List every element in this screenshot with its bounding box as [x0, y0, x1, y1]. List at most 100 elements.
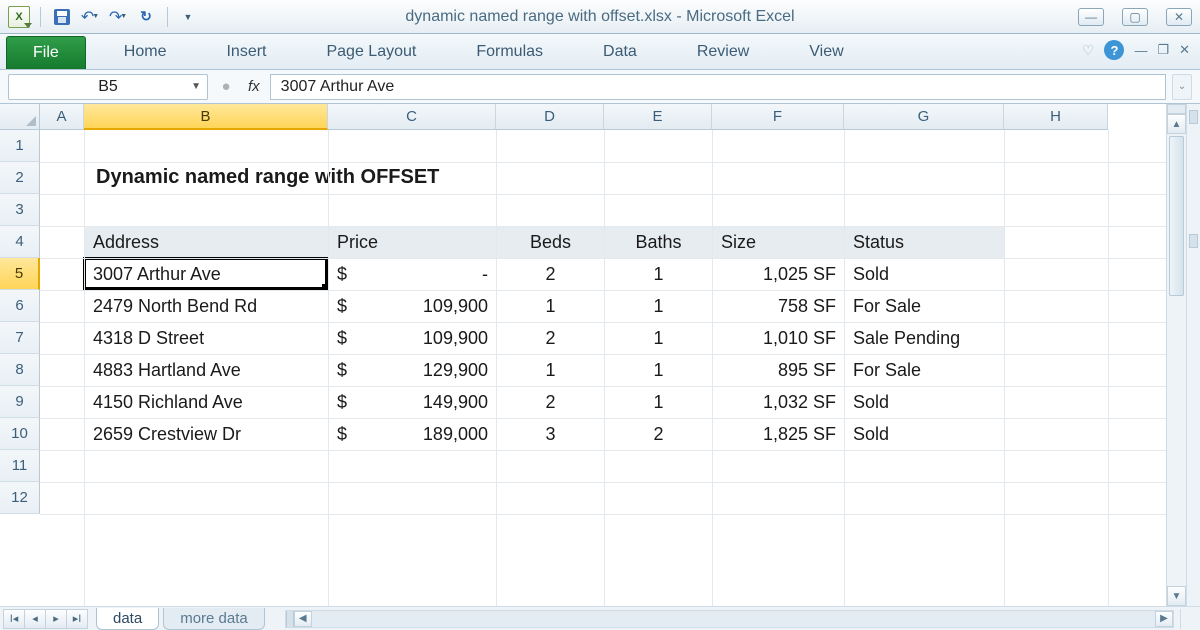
cell-beds[interactable]: 2 [497, 323, 605, 355]
grid[interactable]: A B C D E F G H 123456789101112 Dynamic … [0, 104, 1166, 606]
cell-status[interactable]: Sold [845, 259, 1005, 291]
cell-baths[interactable]: 1 [605, 355, 713, 387]
th-status[interactable]: Status [845, 227, 1005, 259]
sheet-tab-other[interactable]: more data [163, 608, 265, 630]
vscroll-track[interactable] [1167, 134, 1186, 586]
hscroll-track[interactable] [312, 611, 1155, 627]
cell-size[interactable]: 895 SF [713, 355, 845, 387]
cell-size[interactable]: 1,032 SF [713, 387, 845, 419]
tab-review[interactable]: Review [687, 37, 759, 69]
sheet-nav-first[interactable]: І◂ [3, 609, 25, 629]
cell-baths[interactable]: 1 [605, 291, 713, 323]
row-header-5[interactable]: 5 [0, 258, 40, 290]
cell-address[interactable]: 4318 D Street [85, 323, 329, 355]
fx-label[interactable]: fx [248, 78, 260, 95]
row-header-7[interactable]: 7 [0, 322, 40, 354]
cell-beds[interactable]: 2 [497, 387, 605, 419]
row-header-1[interactable]: 1 [0, 130, 40, 162]
select-all-corner[interactable] [0, 104, 40, 130]
cancel-formula-button[interactable]: ● [214, 75, 238, 99]
gutter-mark-top[interactable] [1189, 110, 1198, 124]
file-tab[interactable]: File [6, 36, 86, 69]
cell-address[interactable]: 3007 Arthur Ave [85, 259, 329, 291]
row-header-11[interactable]: 11 [0, 450, 40, 482]
col-header-D[interactable]: D [496, 104, 604, 130]
formula-input[interactable]: 3007 Arthur Ave [270, 74, 1166, 100]
col-header-E[interactable]: E [604, 104, 712, 130]
cell-price[interactable]: $189,000 [329, 419, 497, 451]
row-header-2[interactable]: 2 [0, 162, 40, 194]
cell-price[interactable]: $109,900 [329, 291, 497, 323]
workbook-close-button[interactable]: ✕ [1179, 42, 1190, 58]
col-header-H[interactable]: H [1004, 104, 1108, 130]
cell-price[interactable]: $- [329, 259, 497, 291]
tab-insert[interactable]: Insert [216, 37, 276, 69]
cell-status[interactable]: For Sale [845, 291, 1005, 323]
cell-baths[interactable]: 1 [605, 259, 713, 291]
row-header-4[interactable]: 4 [0, 226, 40, 258]
th-size[interactable]: Size [713, 227, 845, 259]
cell-baths[interactable]: 1 [605, 387, 713, 419]
cell-status[interactable]: Sold [845, 387, 1005, 419]
ribbon-options-icon[interactable]: ♡ [1082, 42, 1095, 59]
maximize-button[interactable]: ▢ [1122, 8, 1148, 26]
col-header-B[interactable]: B [84, 104, 328, 130]
th-address[interactable]: Address [85, 227, 329, 259]
cells-area[interactable]: Dynamic named range with OFFSET Address … [40, 130, 1166, 606]
col-header-C[interactable]: C [328, 104, 496, 130]
cell-size[interactable]: 1,010 SF [713, 323, 845, 355]
cell-price[interactable]: $149,900 [329, 387, 497, 419]
cell-beds[interactable]: 2 [497, 259, 605, 291]
cell-baths[interactable]: 2 [605, 419, 713, 451]
vscroll-thumb[interactable] [1169, 136, 1184, 296]
undo-dropdown-icon[interactable]: ▼ [92, 13, 99, 20]
tab-formulas[interactable]: Formulas [466, 37, 553, 69]
cell-size[interactable]: 758 SF [713, 291, 845, 323]
scroll-down-button[interactable]: ▼ [1167, 586, 1186, 606]
workbook-restore-button[interactable]: ❐ [1157, 42, 1169, 58]
tab-view[interactable]: View [799, 37, 853, 69]
split-handle-top[interactable] [1167, 104, 1186, 114]
row-header-10[interactable]: 10 [0, 418, 40, 450]
scroll-right-button[interactable]: ▶ [1155, 611, 1173, 627]
close-button[interactable]: ✕ [1166, 8, 1192, 26]
hscroll-split-left[interactable] [286, 611, 294, 627]
cell-price[interactable]: $129,900 [329, 355, 497, 387]
expand-formula-bar-button[interactable]: ⌄ [1172, 74, 1192, 100]
row-header-3[interactable]: 3 [0, 194, 40, 226]
scroll-up-button[interactable]: ▲ [1167, 114, 1186, 134]
scroll-left-button[interactable]: ◀ [294, 611, 312, 627]
cell-status[interactable]: Sold [845, 419, 1005, 451]
save-button[interactable] [51, 6, 73, 28]
refresh-button[interactable]: ↻ [135, 6, 157, 28]
excel-logo-icon[interactable]: X [8, 6, 30, 28]
cell-beds[interactable]: 1 [497, 291, 605, 323]
cell-address[interactable]: 4883 Hartland Ave [85, 355, 329, 387]
cell-size[interactable]: 1,825 SF [713, 419, 845, 451]
cell-beds[interactable]: 1 [497, 355, 605, 387]
row-header-9[interactable]: 9 [0, 386, 40, 418]
name-box-dropdown-icon[interactable]: ▼ [191, 81, 201, 92]
tab-page-layout[interactable]: Page Layout [316, 37, 426, 69]
customize-qat-button[interactable]: ▼ [178, 6, 200, 28]
undo-button[interactable]: ↶▼ [79, 6, 101, 28]
sheet-nav-next[interactable]: ▸ [45, 609, 67, 629]
sheet-tab-active[interactable]: data [96, 608, 159, 630]
th-price[interactable]: Price [329, 227, 497, 259]
row-header-12[interactable]: 12 [0, 482, 40, 514]
col-header-A[interactable]: A [40, 104, 84, 130]
cell-status[interactable]: For Sale [845, 355, 1005, 387]
row-header-8[interactable]: 8 [0, 354, 40, 386]
cell-address[interactable]: 2659 Crestview Dr [85, 419, 329, 451]
minimize-button[interactable]: — [1078, 8, 1104, 26]
tab-home[interactable]: Home [114, 37, 177, 69]
cell-price[interactable]: $109,900 [329, 323, 497, 355]
cell-baths[interactable]: 1 [605, 323, 713, 355]
tab-data[interactable]: Data [593, 37, 647, 69]
workbook-minimize-button[interactable]: — [1134, 43, 1147, 58]
th-beds[interactable]: Beds [497, 227, 605, 259]
help-button[interactable]: ? [1104, 40, 1124, 60]
cell-address[interactable]: 2479 North Bend Rd [85, 291, 329, 323]
cell-beds[interactable]: 3 [497, 419, 605, 451]
gutter-mark-mid[interactable] [1189, 234, 1198, 248]
